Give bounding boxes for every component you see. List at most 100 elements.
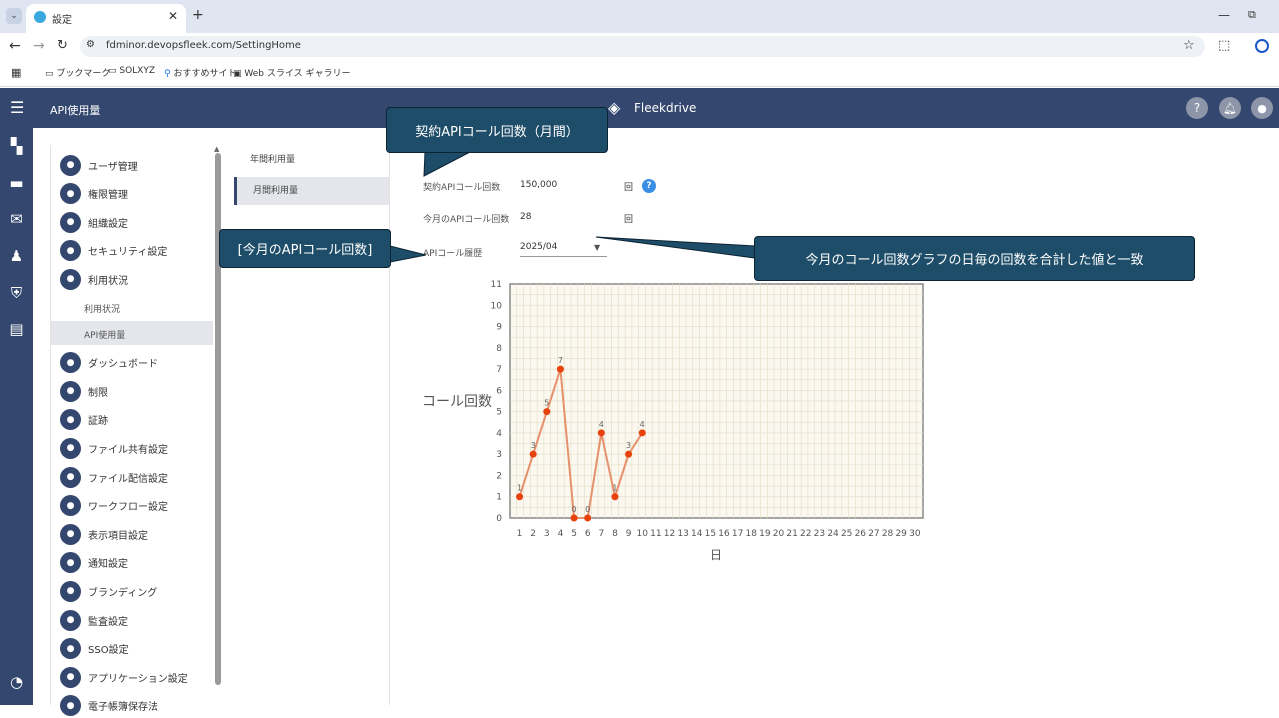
sidebar-item-7[interactable]: ● ダッシュボード <box>60 351 158 375</box>
tab-close-icon[interactable]: ✕ <box>168 9 178 23</box>
brand-icon: ● <box>60 580 81 602</box>
url-input[interactable]: ⚙ fdminor.devopsfleek.com/SettingHome ☆ <box>80 36 1205 57</box>
bookmark-1[interactable]: ▭ ブックマーク <box>45 66 110 79</box>
bookmark-2[interactable]: ▭ SOLXYZ <box>108 66 155 76</box>
help-icon[interactable]: ? <box>1186 97 1208 119</box>
y-tick-label: 7 <box>496 365 502 375</box>
notification-bell-icon[interactable]: 🔔︎ <box>1219 97 1241 119</box>
shield-icon[interactable]: ⛨ <box>6 282 27 303</box>
data-label: 4 <box>599 420 604 429</box>
document-icon[interactable]: ▤ <box>6 318 27 339</box>
x-tick-label: 25 <box>841 529 852 539</box>
month-calls-unit: 回 <box>624 215 634 225</box>
x-tick-label: 28 <box>882 529 894 539</box>
data-point <box>543 408 551 416</box>
sidebar-item-0[interactable]: ● ユーザ管理 <box>60 153 138 177</box>
sidebar-item-3[interactable]: ● セキュリティ設定 <box>60 239 167 263</box>
sidebar-item-8[interactable]: ● 制限 <box>60 379 108 403</box>
sidebar-item-2[interactable]: ● 組織設定 <box>60 210 128 234</box>
tab-annual-usage[interactable]: 年間利用量 <box>234 150 389 170</box>
tab-title: 設定 <box>52 15 72 26</box>
x-axis-label: 日 <box>710 548 722 562</box>
history-month-select[interactable]: 2025/04 ▼ <box>520 241 607 257</box>
mail-icon[interactable]: ✉ <box>6 208 27 229</box>
x-tick-label: 5 <box>571 529 577 539</box>
speedometer-icon[interactable]: ◔ <box>6 671 27 692</box>
sidebar-item-12[interactable]: ● ワークフロー設定 <box>60 494 168 518</box>
x-tick-label: 21 <box>786 529 797 539</box>
bookmark-3[interactable]: ⚲ おすすめサイト <box>164 66 236 79</box>
bookmark-4[interactable]: ▣ Web スライス ギャラリー <box>233 66 350 79</box>
org-icon: ● <box>60 211 81 233</box>
workflow-icon: ● <box>60 495 81 517</box>
sidebar-item-1[interactable]: ● 権限管理 <box>60 182 128 206</box>
sidebar-item-10[interactable]: ● ファイル共有設定 <box>60 436 168 460</box>
mail-icon: ● <box>60 466 81 488</box>
y-tick-label: 11 <box>491 280 502 290</box>
callout-contract-calls: 契約APIコール回数（月間） <box>386 107 608 153</box>
sidebar-active-bg <box>51 321 213 345</box>
x-tick-label: 15 <box>705 529 716 539</box>
data-point <box>570 514 578 522</box>
x-tick-label: 9 <box>626 529 632 539</box>
sso-icon: ● <box>60 638 81 660</box>
x-tick-label: 22 <box>800 529 811 539</box>
x-tick-label: 17 <box>732 529 743 539</box>
new-tab-icon[interactable]: + <box>192 7 204 23</box>
data-point <box>611 493 619 501</box>
reload-icon[interactable]: ↻ <box>57 38 68 53</box>
extensions-icon[interactable]: ⬚ <box>1218 38 1230 53</box>
restore-icon[interactable]: ⧉ <box>1248 8 1256 22</box>
sidebar-item-13[interactable]: ● 表示項目設定 <box>60 522 148 546</box>
apps-grid-icon[interactable]: ▦ <box>11 66 21 79</box>
dashboard-add-icon[interactable]: ▚ <box>6 135 27 156</box>
sidebar-item-16[interactable]: ● 監査設定 <box>60 608 128 632</box>
brand-logo-icon: ◈ <box>608 98 621 117</box>
bookmark-star-icon[interactable]: ☆ <box>1183 38 1195 53</box>
help-tooltip-icon[interactable]: ? <box>642 179 656 193</box>
sidebar-item-label: アプリケーション設定 <box>88 673 188 685</box>
sidebar-item-15[interactable]: ● ブランディング <box>60 579 157 603</box>
page-title: API使用量 <box>50 104 101 117</box>
book-icon: ● <box>60 695 81 717</box>
folder-icon[interactable]: ▬ <box>6 172 27 193</box>
sidebar-item-19[interactable]: ● 電子帳簿保存法 <box>60 694 158 718</box>
callout-month-calls: [今月のAPIコール回数] <box>219 229 391 268</box>
site-info-icon[interactable]: ⚙ <box>86 39 95 50</box>
sidebar-item-label: ブランディング <box>88 587 158 599</box>
sidebar-item-label: 電子帳簿保存法 <box>88 702 158 714</box>
sidebar-item-11[interactable]: ● ファイル配信設定 <box>60 465 168 489</box>
dropdown-caret-icon: ▼ <box>594 243 601 252</box>
x-tick-label: 30 <box>909 529 921 539</box>
y-tick-label: 5 <box>496 408 502 418</box>
sidebar-subitem-6[interactable]: API使用量 <box>84 328 125 341</box>
sidebar-item-label: ファイル配信設定 <box>88 473 168 485</box>
stamp-icon[interactable]: ♟ <box>6 245 27 266</box>
back-icon[interactable]: ← <box>9 38 21 54</box>
user-avatar-icon[interactable]: ● <box>1251 97 1273 119</box>
minimize-icon[interactable]: — <box>1218 8 1230 22</box>
tab-monthly-usage[interactable]: 月間利用量 <box>234 177 389 205</box>
sidebar-item-label: セキュリティ設定 <box>88 247 168 259</box>
browser-tab[interactable]: 設定 ✕ <box>26 4 186 33</box>
profile-icon[interactable] <box>1255 39 1269 53</box>
contract-calls-value: 150,000 <box>520 180 558 190</box>
sidebar-subitem-5[interactable]: 利用状況 <box>84 302 120 315</box>
sidebar-item-9[interactable]: ● 証跡 <box>60 408 108 432</box>
sidebar-item-14[interactable]: ● 通知設定 <box>60 551 128 575</box>
sidebar-item-4[interactable]: ● 利用状況 <box>60 267 128 291</box>
y-tick-label: 9 <box>496 323 502 333</box>
sidebar-item-label: 表示項目設定 <box>88 530 148 542</box>
forward-icon[interactable]: → <box>33 38 45 54</box>
menu-icon[interactable]: ☰ <box>10 98 24 117</box>
y-tick-label: 2 <box>496 471 502 481</box>
sidebar-item-label: SSO設定 <box>88 645 129 657</box>
sidebar-item-17[interactable]: ● SSO設定 <box>60 637 129 661</box>
tab-list-icon[interactable]: ⌄ <box>6 8 22 24</box>
sidebar-item-label: ダッシュボード <box>88 359 158 371</box>
data-label: 0 <box>572 505 577 514</box>
y-tick-label: 10 <box>491 301 503 311</box>
sidebar-item-label: 組織設定 <box>88 218 128 230</box>
sidebar-item-18[interactable]: ● アプリケーション設定 <box>60 665 188 689</box>
scroll-up-icon[interactable]: ▲ <box>214 145 219 153</box>
